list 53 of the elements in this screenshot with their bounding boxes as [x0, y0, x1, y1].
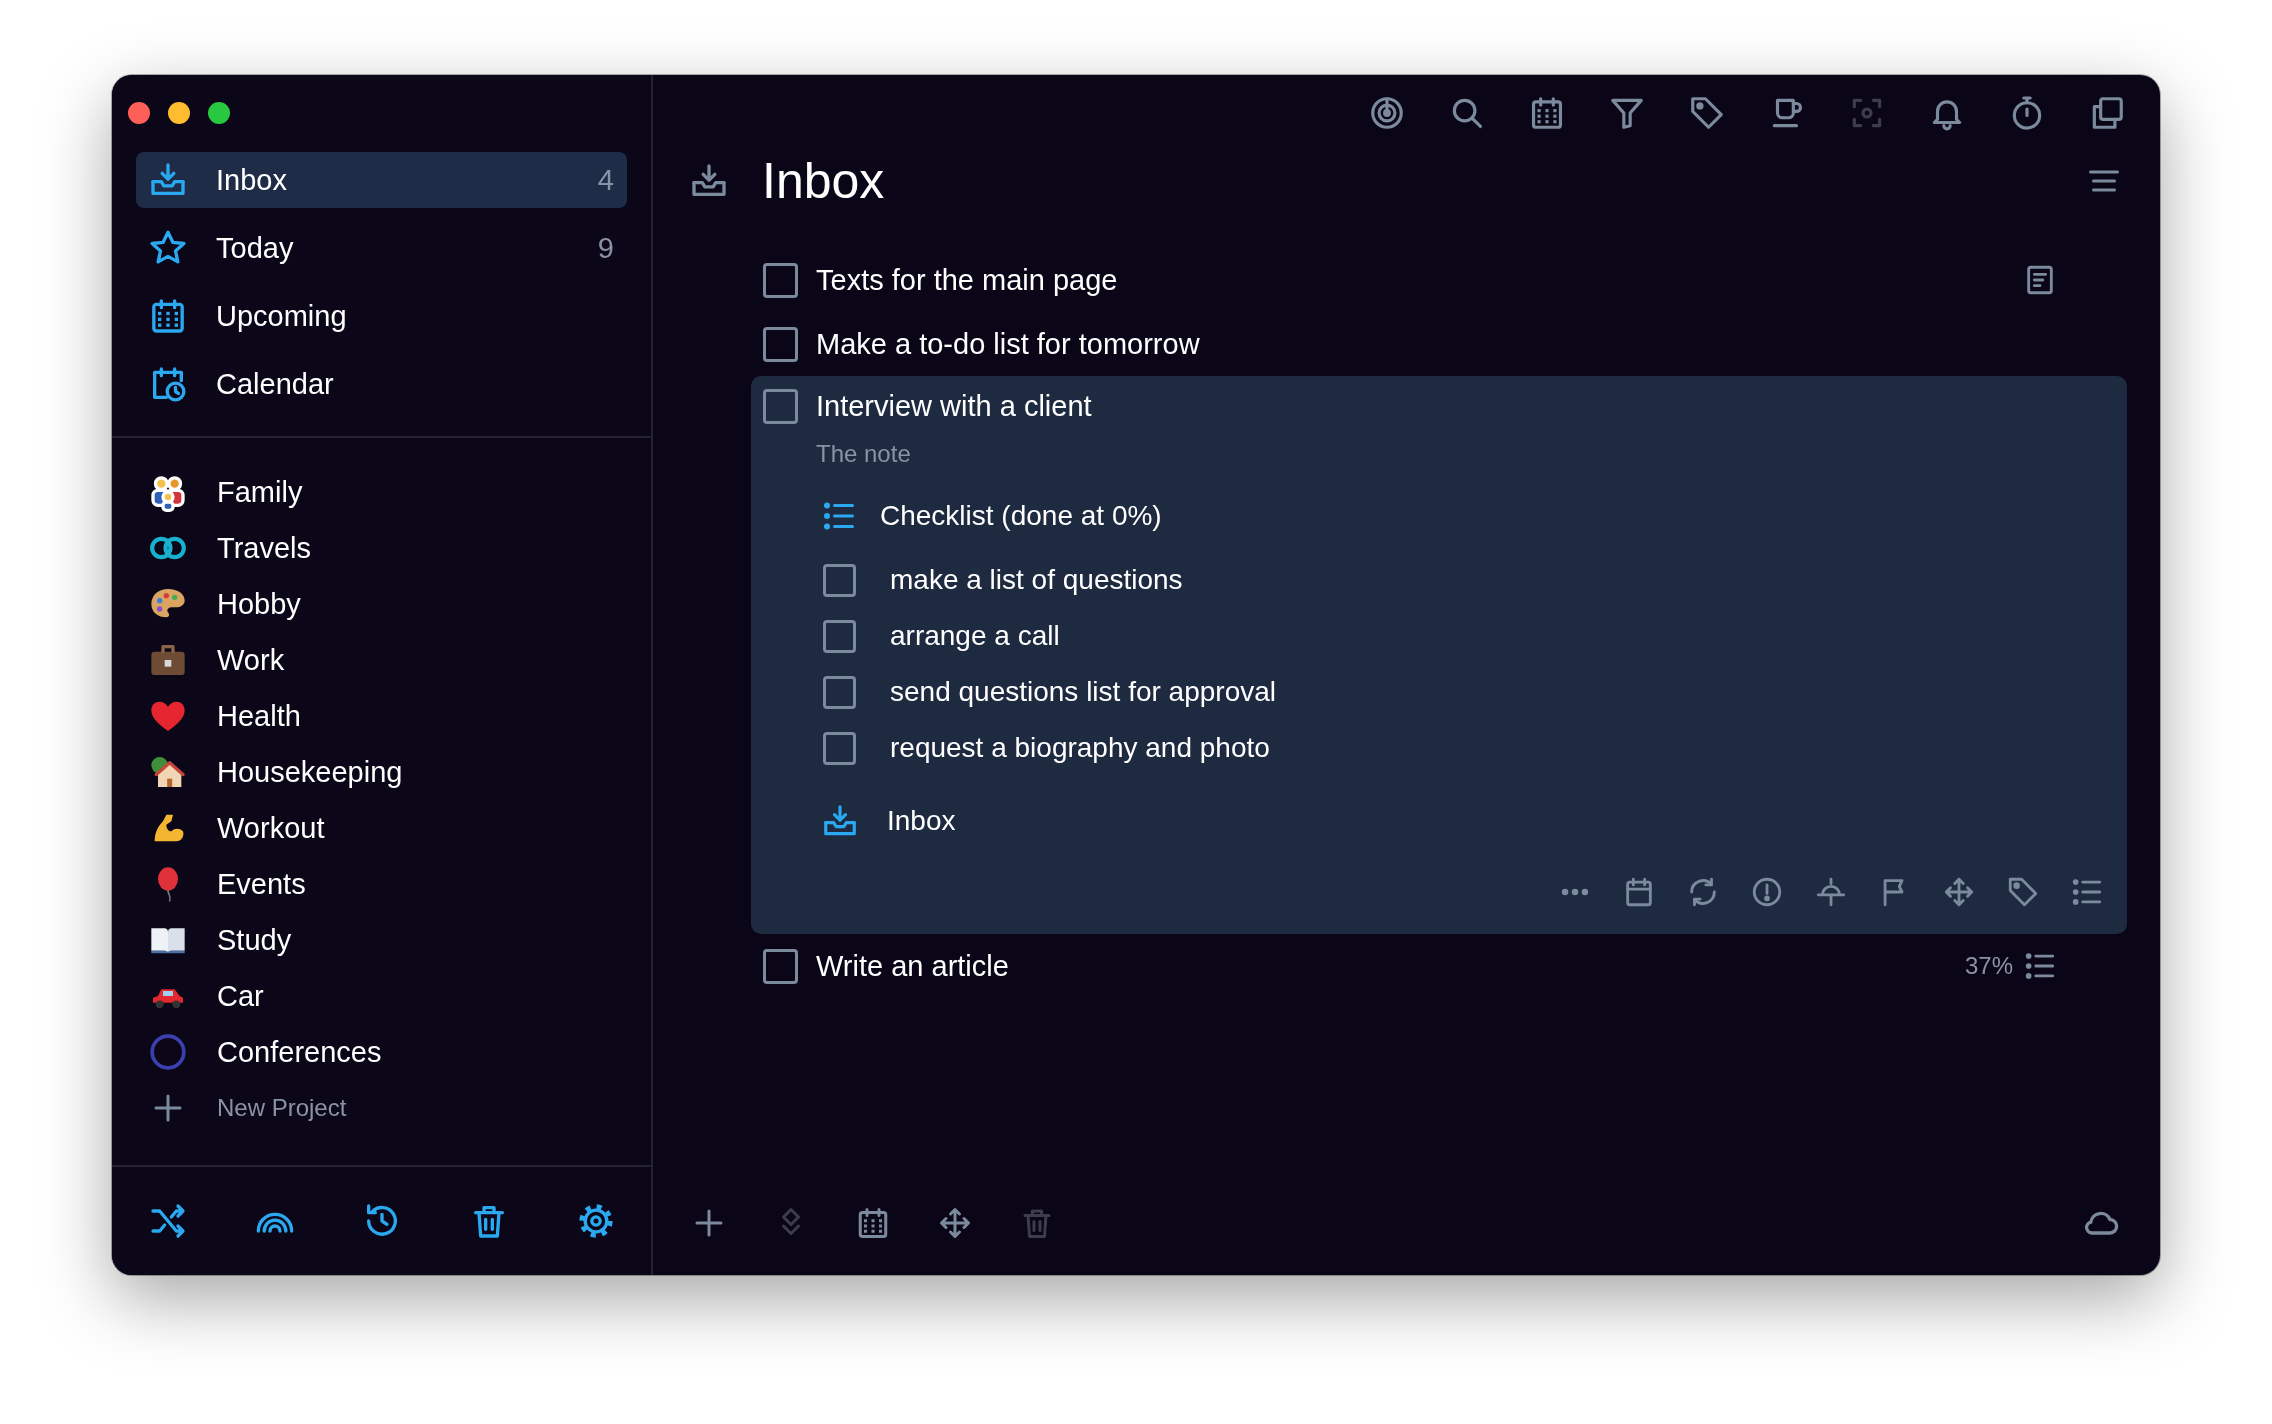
settings-icon[interactable] [576, 1201, 616, 1241]
sidebar-item[interactable]: Car [136, 968, 627, 1024]
sidebar-item[interactable]: Family [136, 464, 627, 520]
radar-icon[interactable] [1368, 94, 1406, 132]
sidebar-item[interactable]: Work [136, 632, 627, 688]
checkbox[interactable] [823, 619, 856, 653]
sidebar-item[interactable]: Travels [136, 520, 627, 576]
sidebar-item[interactable]: Today 9 [136, 220, 627, 276]
sidebar-item[interactable]: Events [136, 856, 627, 912]
checkbox[interactable] [763, 262, 798, 298]
checklist-item: request a biography and photo [890, 732, 1270, 764]
new-project-button[interactable]: New Project [136, 1080, 627, 1136]
move-icon[interactable] [1942, 875, 1976, 909]
checklist-title: Checklist (done at 0%) [880, 500, 1162, 532]
checkbox[interactable] [763, 948, 798, 984]
sidebar-item[interactable]: Hobby [136, 576, 627, 632]
task-title: Texts for the main page [816, 263, 1119, 297]
sidebar-item[interactable]: Conferences [136, 1024, 627, 1080]
task-card[interactable]: Interview with a client The note Checklist (done at 0%) make a list of questions arrange a call send questions list for approval request a biography and photo Inbox [751, 376, 2127, 934]
tag-icon[interactable] [2006, 875, 2040, 909]
sidebar-item[interactable]: Study [136, 912, 627, 968]
item-count: 9 [597, 231, 614, 265]
sidebar-item[interactable]: Upcoming [136, 288, 627, 344]
page-title: Inbox [762, 152, 886, 210]
task-title: Interview with a client [816, 389, 1093, 423]
tag-icon[interactable] [1688, 94, 1726, 132]
sidebar-item[interactable]: Housekeeping [136, 744, 627, 800]
sidebar-item[interactable]: Workout [136, 800, 627, 856]
task-project: Inbox [887, 805, 956, 837]
progress-text: 37% [1964, 952, 2013, 980]
minimize-button[interactable] [168, 101, 190, 124]
item-count: 4 [597, 163, 614, 197]
checkbox[interactable] [763, 326, 798, 362]
checkbox[interactable] [763, 388, 798, 424]
close-button[interactable] [128, 101, 150, 124]
sidebar-item[interactable]: Health [136, 688, 627, 744]
move-icon[interactable] [937, 1205, 973, 1241]
pin-icon[interactable] [1814, 875, 1848, 909]
ring-icon [148, 1032, 188, 1072]
checkbox[interactable] [823, 563, 856, 597]
checklist-item: arrange a call [890, 620, 1060, 652]
sidebar-item[interactable]: Inbox 4 [136, 152, 627, 208]
task-title: Make a to-do list for tomorrow [816, 327, 1201, 361]
sidebar-item[interactable]: Calendar [136, 356, 627, 412]
checkbox[interactable] [823, 731, 856, 765]
task-note: The note [816, 440, 911, 468]
checkbox[interactable] [823, 675, 856, 709]
shuffle-icon[interactable] [148, 1201, 188, 1241]
checklist-item: make a list of questions [890, 564, 1183, 596]
alert-icon[interactable] [1750, 875, 1784, 909]
checklist-item: send questions list for approval [890, 676, 1276, 708]
task-title: Write an article [816, 949, 1010, 983]
zoom-button[interactable] [208, 101, 230, 124]
